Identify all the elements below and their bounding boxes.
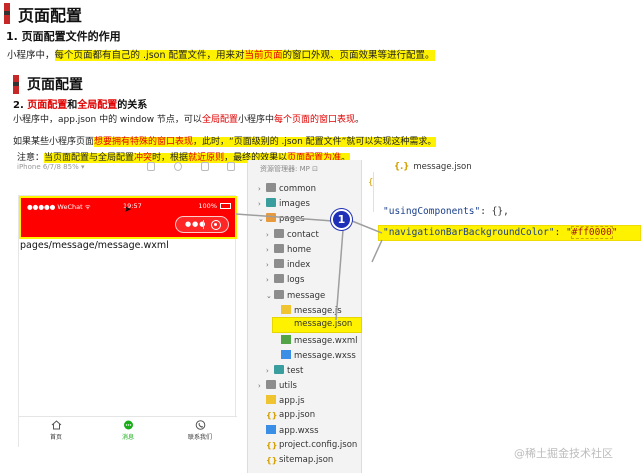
- step-badge: 1: [331, 209, 352, 230]
- watermark: @稀土掘金技术社区: [514, 447, 613, 460]
- annotation-lines: [235, 213, 383, 321]
